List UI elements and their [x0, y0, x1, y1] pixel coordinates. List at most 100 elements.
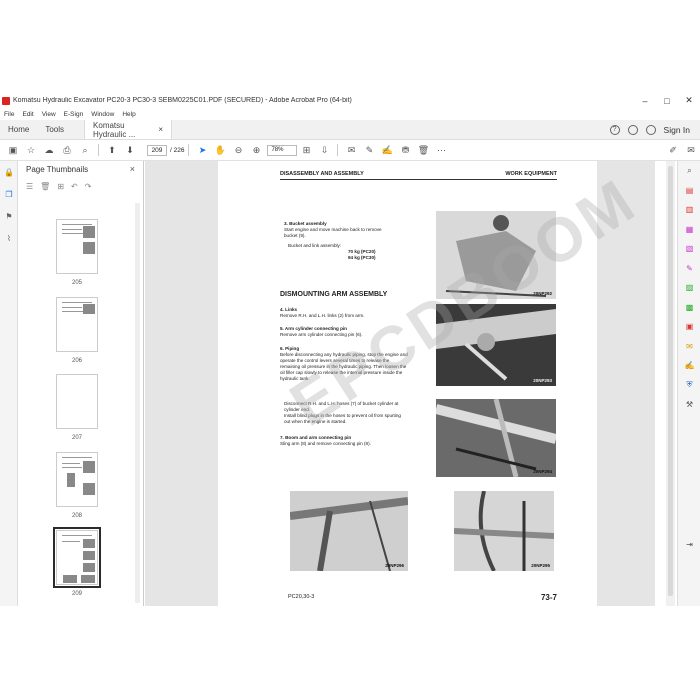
section-heading: DISMOUNTING ARM ASSEMBLY: [280, 291, 388, 298]
sign-in-link[interactable]: Sign In: [664, 125, 690, 135]
minimize-button[interactable]: –: [634, 96, 656, 106]
weight-pc20: 70 kg (PC20): [348, 249, 376, 254]
comment-tool-icon[interactable]: ✉: [678, 337, 700, 357]
page-total: / 226: [170, 146, 185, 154]
lock-icon[interactable]: 🔒: [0, 161, 18, 183]
scroll-mode-icon[interactable]: ⇩: [315, 143, 333, 157]
menu-file[interactable]: File: [4, 111, 14, 118]
maximize-button[interactable]: □: [656, 96, 678, 106]
previous-page-icon[interactable]: ⬆: [103, 143, 121, 157]
thumbnail-page: [56, 297, 98, 352]
delete-icon[interactable]: 🗑: [414, 143, 432, 157]
step-3-title: 3. Bucket assembly: [284, 221, 327, 226]
thumbnail-207[interactable]: 207: [56, 374, 98, 441]
next-page-icon[interactable]: ⬇: [121, 143, 139, 157]
edit-tool-icon[interactable]: ✎: [678, 259, 700, 279]
attachments-icon[interactable]: ⌇: [0, 227, 18, 249]
zoom-in-icon[interactable]: ⊕: [247, 143, 265, 157]
step-7-block: 7. Boom and arm connecting pin Sling arm…: [280, 435, 400, 447]
apps-grid-icon[interactable]: [645, 124, 656, 135]
notifications-icon[interactable]: [627, 124, 638, 135]
thumbnail-205[interactable]: 205: [56, 219, 98, 286]
combine-files-icon[interactable]: ▦: [678, 220, 700, 240]
thumbnails-scrollbar[interactable]: [135, 203, 140, 603]
thumbnail-206[interactable]: 206: [56, 297, 98, 364]
redo-icon[interactable]: ↷: [85, 182, 92, 191]
fill-sign-icon[interactable]: ✍: [678, 356, 700, 376]
photo-caption: 20NP293: [533, 378, 552, 383]
insert-page-icon[interactable]: ⊞: [57, 182, 64, 191]
tab-close-icon[interactable]: ×: [158, 125, 163, 134]
excel-icon[interactable]: ▩: [678, 298, 700, 318]
organize-pages-icon[interactable]: ▧: [678, 239, 700, 259]
step-7-text: Sling arm (8) and remove connecting pin …: [280, 441, 371, 446]
tab-home[interactable]: Home: [0, 120, 37, 139]
undo-icon[interactable]: ↶: [71, 182, 78, 191]
page-header-left: DISASSEMBLY AND ASSEMBLY: [280, 171, 364, 177]
thumbnail-page: [56, 219, 98, 274]
close-window-button[interactable]: ✕: [678, 95, 700, 106]
bookmarks-icon[interactable]: ⚑: [0, 205, 18, 227]
page-thumbnails-icon[interactable]: ❐: [0, 183, 18, 205]
right-tools-rail: ⌕ ▤ ▥ ▦ ▧ ✎ ▨ ▩ ▣ ✉ ✍ ⛨ ⚒ ⇥: [677, 161, 700, 606]
step-6-title: 6. Piping: [280, 346, 300, 351]
stamp-icon[interactable]: ⛃: [396, 143, 414, 157]
delete-page-icon[interactable]: 🗑: [40, 182, 50, 191]
weight-block: Bucket and link assembly: 70 kg (PC20) 9…: [288, 243, 398, 261]
select-cursor-icon[interactable]: ➤: [193, 143, 211, 157]
document-scrollbar[interactable]: [666, 161, 675, 606]
page-number-input[interactable]: 209: [147, 144, 167, 156]
help-icon[interactable]: ?: [609, 124, 620, 135]
menu-help[interactable]: Help: [122, 111, 135, 118]
hand-tool-icon[interactable]: ✋: [211, 143, 229, 157]
thumbnail-options-icon[interactable]: ☰: [26, 182, 33, 191]
thumbnails-list: 205 206 207 208 209: [18, 203, 136, 606]
bookmark-star-icon[interactable]: ☆: [22, 143, 40, 157]
comment-icon[interactable]: ✉: [342, 143, 360, 157]
zoom-level-select[interactable]: 78%: [267, 144, 298, 156]
protect-shield-icon[interactable]: ⛨: [678, 376, 700, 396]
menu-esign[interactable]: E-Sign: [64, 111, 84, 118]
window-title: Komatsu Hydraulic Excavator PC20-3 PC30-…: [13, 97, 352, 104]
menu-view[interactable]: View: [42, 111, 56, 118]
connecting-pin-illustration: [454, 491, 554, 571]
thumbnail-208[interactable]: 208: [56, 452, 98, 519]
header-actions: ? Sign In: [609, 120, 700, 139]
menu-bar: File Edit View E-Sign Window Help: [0, 108, 700, 120]
menu-window[interactable]: Window: [91, 111, 114, 118]
export-pdf-icon[interactable]: ▤: [678, 181, 700, 201]
sign-icon[interactable]: ✍: [378, 143, 396, 157]
close-panel-icon[interactable]: ×: [130, 164, 135, 174]
tab-bar: Home Tools Komatsu Hydraulic ... × ? Sig…: [0, 120, 700, 140]
tab-document[interactable]: Komatsu Hydraulic ... ×: [84, 120, 173, 139]
cloud-upload-icon[interactable]: ☁: [40, 143, 58, 157]
share-email-icon[interactable]: ✉: [682, 143, 700, 157]
photo-caption: 20NP294: [533, 469, 552, 474]
more-tools-wrench-icon[interactable]: ⚒: [678, 395, 700, 415]
expand-panel-icon[interactable]: ⇥: [678, 535, 700, 555]
zoom-out-icon[interactable]: ⊖: [229, 143, 247, 157]
save-icon[interactable]: ▣: [4, 143, 22, 157]
search-tool-icon[interactable]: ⌕: [678, 161, 700, 181]
photo-boom-pin-left: 20NP296: [290, 491, 408, 571]
thumbnail-209-selected[interactable]: 209: [53, 527, 101, 597]
document-viewport: DISASSEMBLY AND ASSEMBLY WORK EQUIPMENT …: [145, 161, 655, 606]
create-pdf-icon[interactable]: ▥: [678, 200, 700, 220]
boom-pin-illustration: [290, 497, 408, 571]
fit-page-icon[interactable]: ⊞: [297, 143, 315, 157]
scrollbar-knob[interactable]: [668, 166, 673, 596]
print-icon[interactable]: ⎙: [58, 143, 76, 157]
thumbnail-label: 208: [71, 513, 82, 519]
zoom-search-icon[interactable]: ⌕: [76, 143, 94, 157]
step-3-block: 3. Bucket assembly Start engine and move…: [284, 221, 394, 239]
more-tools-icon[interactable]: ⋯: [432, 143, 450, 157]
tab-tools[interactable]: Tools: [37, 120, 72, 139]
page-footer-number: 73-7: [540, 593, 557, 602]
export-tool-icon[interactable]: ▨: [678, 278, 700, 298]
menu-edit[interactable]: Edit: [22, 111, 33, 118]
title-bar: Komatsu Hydraulic Excavator PC20-3 PC30-…: [0, 93, 700, 108]
edit-pdf-icon[interactable]: ✐: [664, 143, 682, 157]
highlight-pen-icon[interactable]: ✎: [360, 143, 378, 157]
redact-icon[interactable]: ▣: [678, 317, 700, 337]
weight-pc30: 94 kg (PC30): [348, 255, 376, 260]
